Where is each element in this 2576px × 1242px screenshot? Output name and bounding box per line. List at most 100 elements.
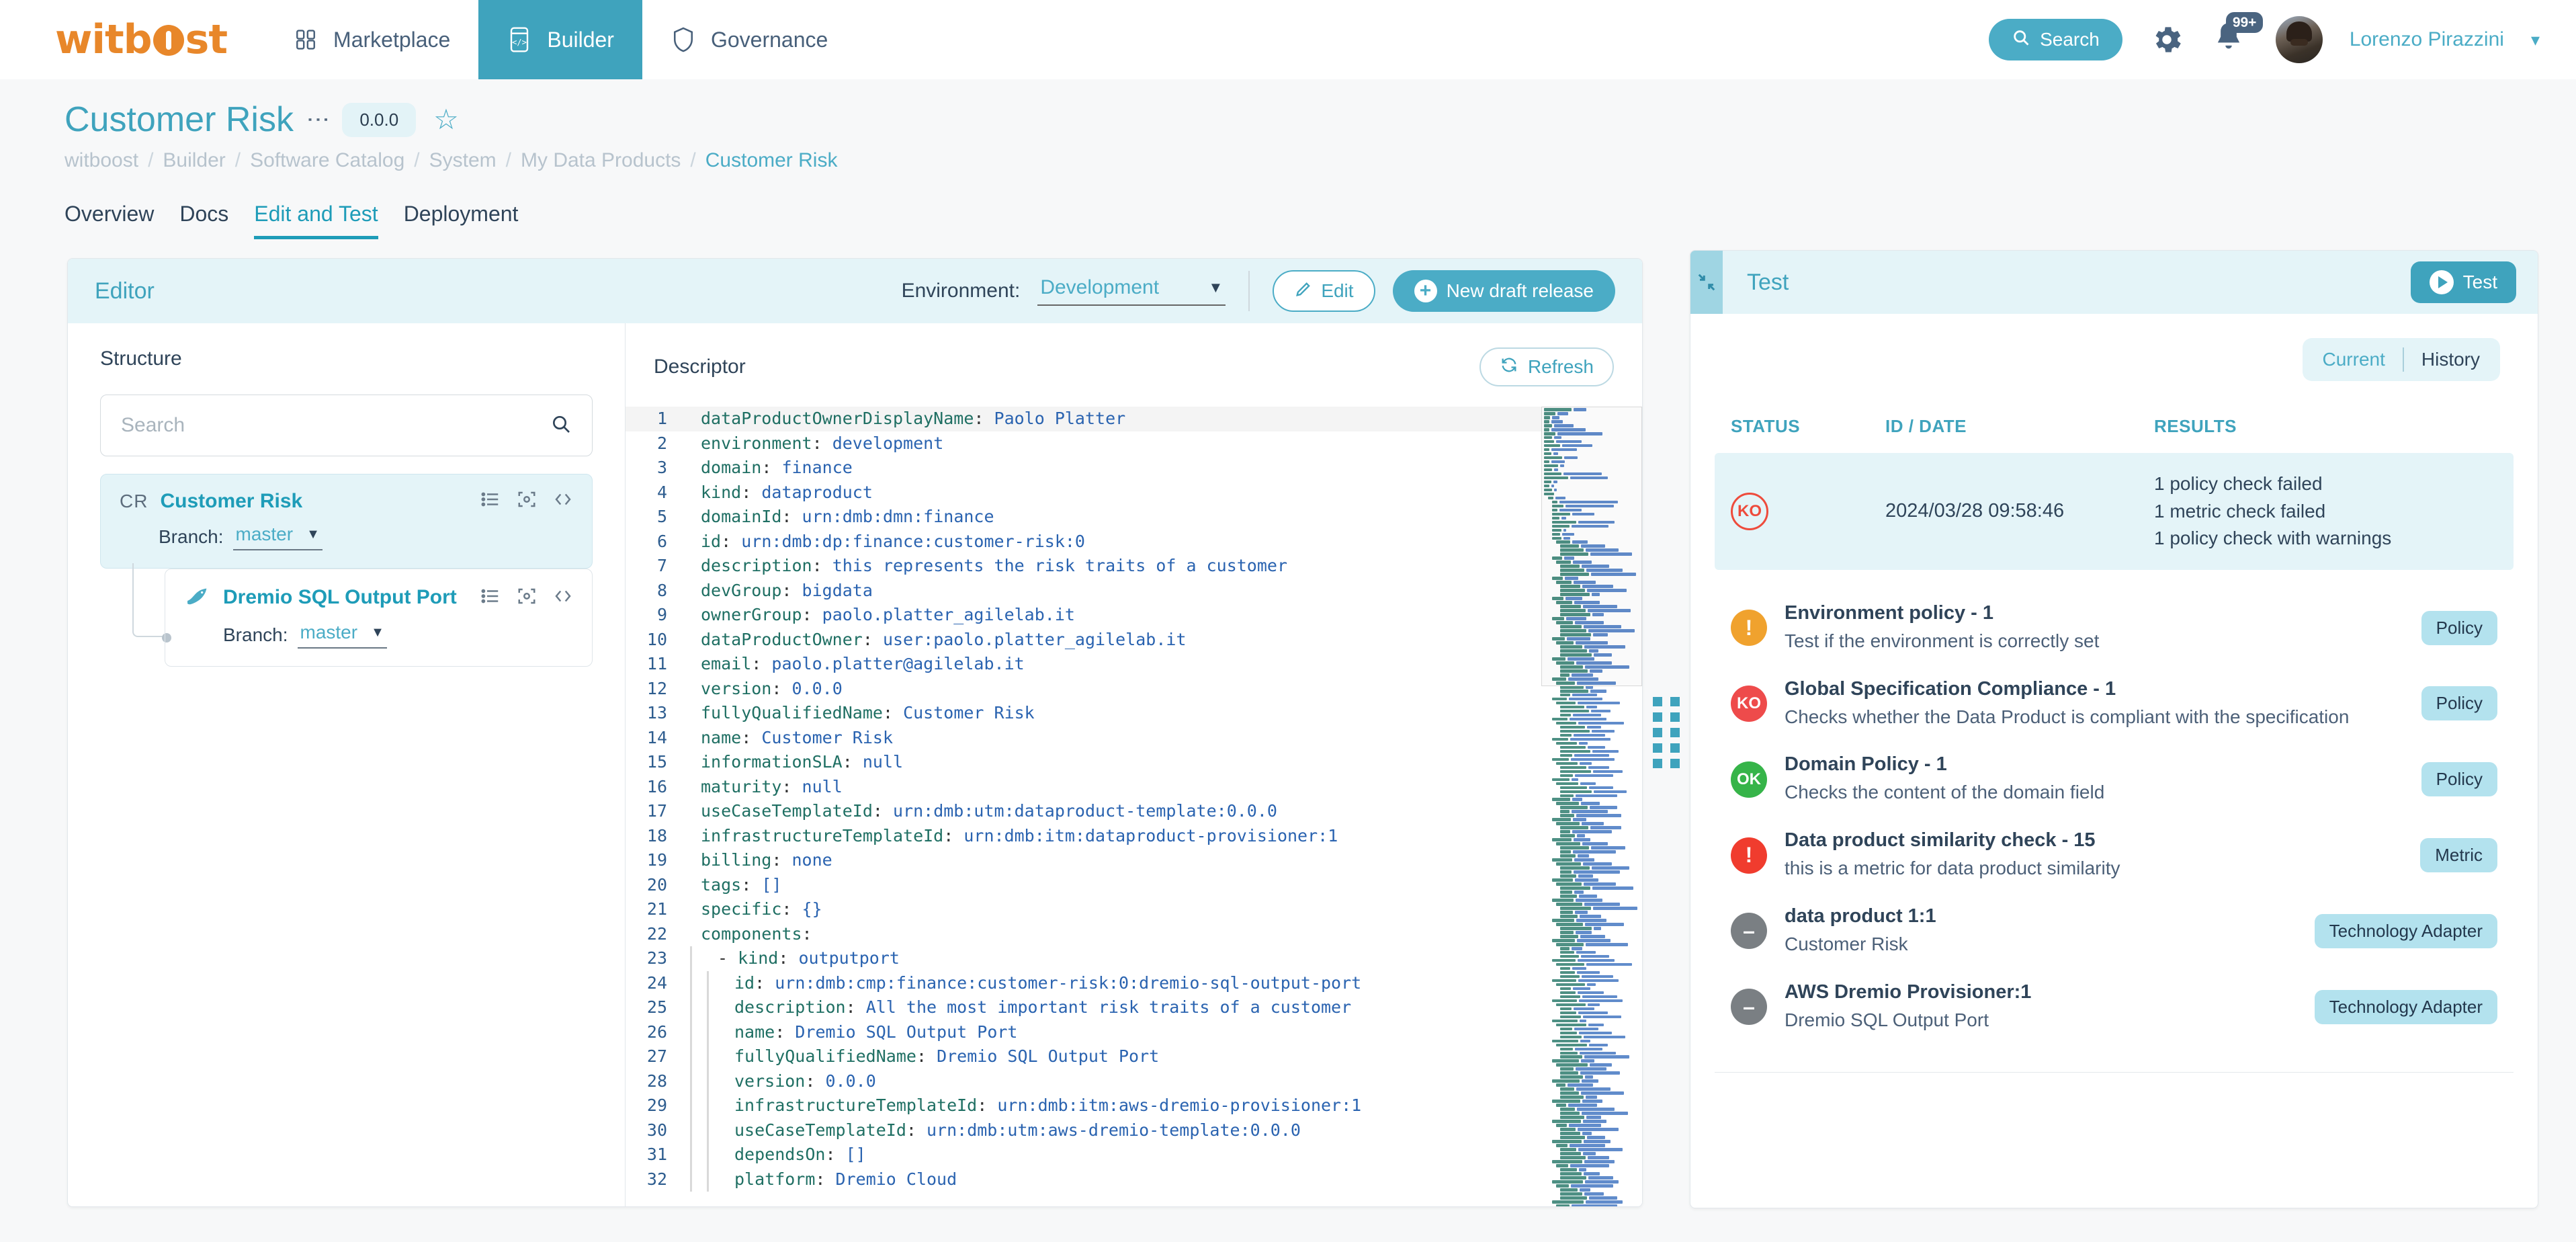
code-line[interactable]: 16maturity: null xyxy=(626,775,1541,800)
code-icon[interactable] xyxy=(553,489,573,513)
search-button[interactable]: Search xyxy=(1989,19,2122,60)
list-icon[interactable] xyxy=(480,586,501,610)
nav-item-builder[interactable]: </> Builder xyxy=(478,0,642,79)
minimap-value xyxy=(1572,967,1586,970)
code-line[interactable]: 29infrastructureTemplateId: urn:dmb:itm:… xyxy=(626,1093,1541,1118)
code-line[interactable]: 11email: paolo.platter@agilelab.it xyxy=(626,652,1541,677)
code-line[interactable]: 17useCaseTemplateId: urn:dmb:utm:datapro… xyxy=(626,799,1541,824)
test-check-item[interactable]: !Data product similarity check - 15this … xyxy=(1715,817,2514,893)
run-test-button[interactable]: Test xyxy=(2411,261,2516,303)
code-line[interactable]: 7description: this represents the risk t… xyxy=(626,554,1541,579)
focus-icon[interactable] xyxy=(517,586,537,610)
tab-overview[interactable]: Overview xyxy=(65,202,154,239)
code-line[interactable]: 22components: xyxy=(626,922,1541,947)
structure-search-box[interactable] xyxy=(100,395,593,456)
code-line[interactable]: 3domain: finance xyxy=(626,456,1541,481)
collapse-panel-icon[interactable] xyxy=(1690,251,1723,314)
code-line[interactable]: 24id: urn:dmb:cmp:finance:customer-risk:… xyxy=(626,971,1541,996)
minimap-viewport[interactable] xyxy=(1541,407,1642,686)
code-line[interactable]: 10dataProductOwner: user:paolo.platter_a… xyxy=(626,628,1541,653)
minimap-key xyxy=(1556,923,1583,926)
code-line[interactable]: 21specific: {} xyxy=(626,897,1541,922)
minimap-line xyxy=(1541,714,1642,717)
chevron-down-icon: ▼ xyxy=(306,527,320,542)
username-label[interactable]: Lorenzo Pirazzini xyxy=(2350,28,2504,51)
minimap-key xyxy=(1556,742,1577,745)
code-line[interactable]: 23- kind: outputport xyxy=(626,946,1541,971)
descriptor-title: Descriptor xyxy=(654,356,746,378)
toggle-option-history[interactable]: History xyxy=(2421,349,2480,370)
search-icon[interactable] xyxy=(550,413,572,438)
toggle-option-current[interactable]: Current xyxy=(2323,349,2385,370)
refresh-button[interactable]: Refresh xyxy=(1479,347,1614,386)
branch-select[interactable]: master ▼ xyxy=(298,622,387,649)
code-editor[interactable]: 1dataProductOwnerDisplayName: Paolo Plat… xyxy=(626,407,1642,1206)
code-line[interactable]: 31dependsOn: [] xyxy=(626,1143,1541,1167)
avatar[interactable] xyxy=(2276,16,2323,63)
tree-node-customer-risk[interactable]: CR Customer Risk xyxy=(100,474,593,569)
tree-node-dremio-sql-output-port[interactable]: Dremio SQL Output Port xyxy=(165,569,593,667)
code-line[interactable]: 18infrastructureTemplateId: urn:dmb:itm:… xyxy=(626,824,1541,849)
notifications-button[interactable]: 99+ xyxy=(2211,20,2249,59)
code-line[interactable]: 30useCaseTemplateId: urn:dmb:utm:aws-dre… xyxy=(626,1118,1541,1143)
code-line[interactable]: 8devGroup: bigdata xyxy=(626,579,1541,604)
code-line[interactable]: 28version: 0.0.0 xyxy=(626,1069,1541,1094)
nav-item-governance[interactable]: Governance xyxy=(642,0,856,79)
breadcrumb-item-system[interactable]: System xyxy=(429,149,497,172)
code-minimap[interactable] xyxy=(1541,407,1642,1206)
nav-item-marketplace[interactable]: Marketplace xyxy=(265,0,478,79)
focus-icon[interactable] xyxy=(517,489,537,513)
code-line[interactable]: 25description: All the most important ri… xyxy=(626,995,1541,1020)
code-line[interactable]: 32platform: Dremio Cloud xyxy=(626,1167,1541,1192)
minimap-line xyxy=(1541,1196,1642,1200)
breadcrumb-item-my-data-products[interactable]: My Data Products xyxy=(521,149,681,172)
code-line[interactable]: 2environment: development xyxy=(626,431,1541,456)
indent-guide xyxy=(707,1093,709,1118)
code-line[interactable]: 19billing: none xyxy=(626,848,1541,873)
new-draft-release-button[interactable]: + New draft release xyxy=(1393,270,1615,312)
tree-node-name[interactable]: Customer Risk xyxy=(160,490,302,513)
test-check-item[interactable]: OKDomain Policy - 1Checks the content of… xyxy=(1715,741,2514,817)
structure-search-input[interactable] xyxy=(121,414,550,437)
branch-select[interactable]: master ▼ xyxy=(233,524,323,550)
code-line[interactable]: 15informationSLA: null xyxy=(626,750,1541,775)
breadcrumb-item-customer-risk[interactable]: Customer Risk xyxy=(705,149,838,172)
list-icon[interactable] xyxy=(480,489,501,513)
code-icon[interactable] xyxy=(553,586,573,610)
code-scroll-area[interactable]: 1dataProductOwnerDisplayName: Paolo Plat… xyxy=(626,407,1541,1206)
favorite-star-icon[interactable]: ☆ xyxy=(433,106,459,134)
breadcrumb-item-builder[interactable]: Builder xyxy=(163,149,225,172)
chevron-down-icon[interactable]: ▾ xyxy=(2531,30,2540,50)
test-check-item[interactable]: KOGlobal Specification Compliance - 1Che… xyxy=(1715,666,2514,742)
minimap-key xyxy=(1556,1184,1569,1188)
tab-deployment[interactable]: Deployment xyxy=(404,202,519,239)
minimap-value xyxy=(1594,927,1601,930)
tab-docs[interactable]: Docs xyxy=(179,202,228,239)
panel-resize-handle[interactable] xyxy=(1643,258,1690,1207)
gear-icon[interactable] xyxy=(2149,22,2184,57)
minimap-key xyxy=(1560,991,1576,995)
test-check-item[interactable]: !Environment policy - 1Test if the envir… xyxy=(1715,590,2514,666)
code-line[interactable]: 6id: urn:dmb:dp:finance:customer-risk:0 xyxy=(626,530,1541,554)
code-line[interactable]: 5domainId: urn:dmb:dmn:finance xyxy=(626,505,1541,530)
code-line[interactable]: 26name: Dremio SQL Output Port xyxy=(626,1020,1541,1045)
breadcrumb-item-software-catalog[interactable]: Software Catalog xyxy=(250,149,404,172)
code-line[interactable]: 1dataProductOwnerDisplayName: Paolo Plat… xyxy=(626,407,1541,431)
code-line[interactable]: 14name: Customer Risk xyxy=(626,726,1541,751)
edit-button[interactable]: Edit xyxy=(1273,270,1375,312)
witboost-logo[interactable]: witbst xyxy=(0,0,265,79)
environment-select[interactable]: Development ▼ xyxy=(1037,276,1226,306)
table-row[interactable]: KO 2024/03/28 09:58:46 1 policy check fa… xyxy=(1715,453,2514,570)
code-line[interactable]: 4kind: dataproduct xyxy=(626,481,1541,505)
test-check-item[interactable]: –AWS Dremio Provisioner:1Dremio SQL Outp… xyxy=(1715,969,2514,1045)
breadcrumb-item-witboost[interactable]: witboost xyxy=(65,149,138,172)
more-options-icon[interactable]: ⋮ xyxy=(311,108,325,131)
tab-edit-and-test[interactable]: Edit and Test xyxy=(254,202,378,239)
code-line[interactable]: 13fullyQualifiedName: Customer Risk xyxy=(626,701,1541,726)
test-check-item[interactable]: –data product 1:1Customer RiskTechnology… xyxy=(1715,893,2514,969)
tree-node-name[interactable]: Dremio SQL Output Port xyxy=(223,586,457,609)
code-line[interactable]: 27fullyQualifiedName: Dremio SQL Output … xyxy=(626,1044,1541,1069)
code-line[interactable]: 9ownerGroup: paolo.platter_agilelab.it xyxy=(626,603,1541,628)
code-line[interactable]: 12version: 0.0.0 xyxy=(626,677,1541,702)
code-line[interactable]: 20tags: [] xyxy=(626,873,1541,898)
